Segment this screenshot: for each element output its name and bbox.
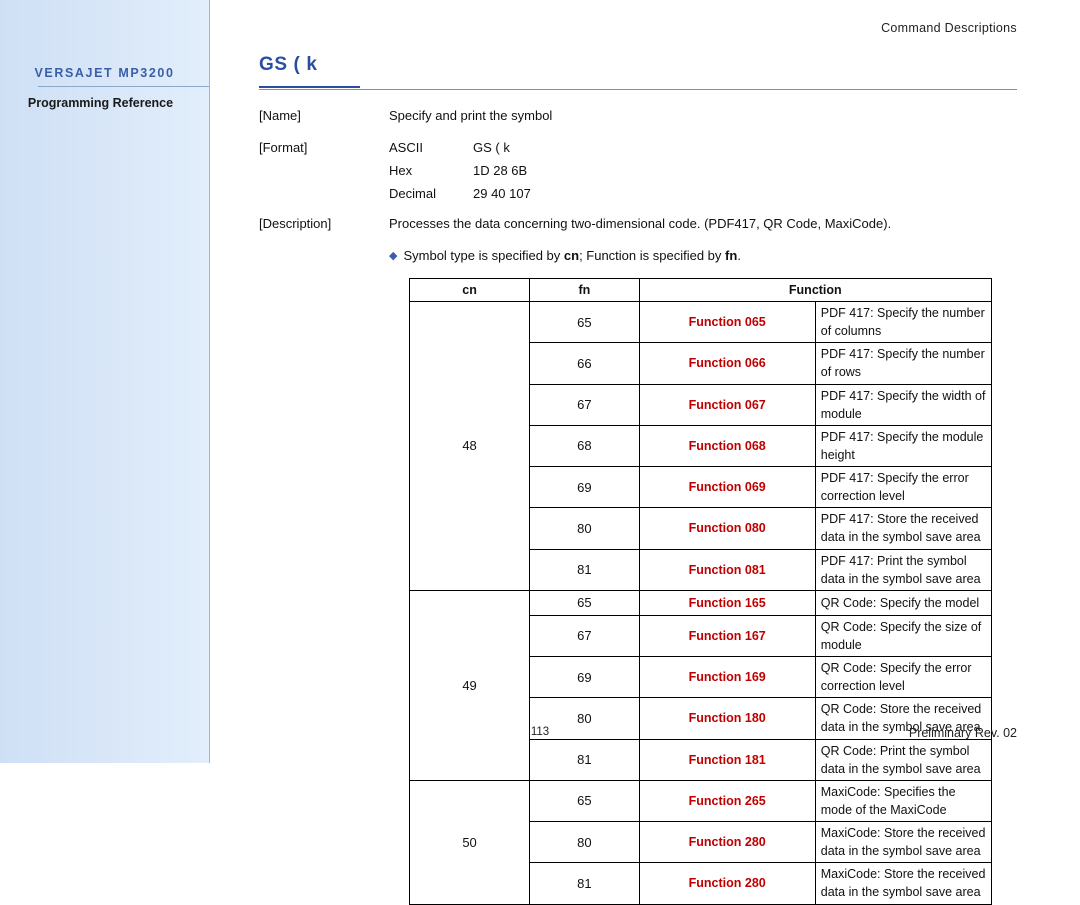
title-underline-rule (259, 89, 1017, 90)
cell-function-link[interactable]: Function 169 (638, 655, 816, 699)
cell-function-link[interactable]: Function 165 (638, 589, 816, 616)
note-cn-token: cn (563, 248, 580, 263)
note-middle: ; Function is specified by (579, 248, 722, 263)
description-value: Processes the data concerning two-dimens… (389, 216, 892, 231)
title-underline-accent (259, 86, 360, 88)
sidebar-brand: VERSAJET MP3200 (34, 66, 175, 80)
cell-fn: 80 (529, 507, 640, 550)
sidebar-divider (38, 86, 209, 87)
cell-function-link[interactable]: Function 081 (638, 548, 816, 591)
table-header-cn: cn (408, 278, 531, 302)
format-value-hex: 1D 28 6B (473, 163, 528, 178)
cell-function-link[interactable]: Function 069 (638, 465, 816, 509)
cell-function-link[interactable]: Function 066 (638, 342, 816, 385)
cell-fn: 69 (529, 655, 640, 699)
cell-fn: 65 (529, 300, 640, 344)
document-page: VERSAJET MP3200 Programming Reference Co… (0, 0, 1080, 905)
cell-fn: 65 (529, 779, 640, 823)
function-table: cn fn Function 48 65 Function 065 PDF 417: … (408, 278, 993, 905)
table-header-fn: fn (529, 278, 640, 302)
note-fn-token: fn (725, 248, 738, 263)
cell-description: PDF 417: Specify the number of rows (814, 342, 993, 385)
format-label: [Format] (259, 140, 308, 155)
cell-description: PDF 417: Specify the error correction le… (814, 465, 993, 509)
cell-fn: 65 (529, 589, 640, 616)
cell-description: QR Code: Print the symbol data in the sy… (814, 738, 993, 781)
table-header-function: Function (638, 278, 993, 302)
format-type-ascii: ASCII (389, 140, 423, 155)
header-section-label: Command Descriptions (881, 21, 1017, 35)
symbol-type-note: ◆ Symbol type is specified by cn; Functio… (389, 248, 741, 263)
cell-description: MaxiCode: Store the received data in the… (814, 820, 993, 864)
cell-description: PDF 417: Specify the module height (814, 424, 993, 468)
format-type-decimal: Decimal (389, 186, 436, 201)
cell-description: QR Code: Specify the model (814, 589, 993, 616)
diamond-bullet-icon: ◆ (389, 250, 398, 262)
cell-description: MaxiCode: Store the received data in the… (814, 862, 993, 905)
cell-description: MaxiCode: Specifies the mode of the Maxi… (814, 779, 993, 823)
cell-fn: 67 (529, 614, 640, 658)
format-value-decimal: 29 40 107 (473, 186, 531, 201)
sidebar-subtitle: Programming Reference (27, 96, 174, 110)
cell-function-link[interactable]: Function 065 (638, 300, 816, 344)
description-label: [Description] (259, 216, 332, 231)
cell-fn: 68 (529, 424, 640, 468)
cell-function-link[interactable]: Function 280 (638, 862, 816, 905)
cell-fn: 81 (529, 738, 640, 781)
note-suffix: . (737, 248, 741, 263)
cell-fn: 81 (529, 862, 640, 905)
cell-function-link[interactable]: Function 280 (638, 820, 816, 864)
cell-fn: 80 (529, 820, 640, 864)
cell-description: PDF 417: Specify the width of module (814, 383, 993, 426)
cell-fn: 69 (529, 465, 640, 509)
cell-cn: 49 (408, 589, 531, 781)
table-row: 50 65 Function 265 MaxiCode: Specifies the … (408, 779, 993, 905)
table-row: 49 65 Function 165 QR Code: Specify the mod… (408, 589, 993, 781)
cell-description: PDF 417: Specify the number of columns (814, 300, 993, 344)
cell-function-link[interactable]: Function 265 (638, 779, 816, 823)
cell-fn: 66 (529, 342, 640, 385)
cell-fn: 67 (529, 383, 640, 426)
page-title: GS ( k (259, 54, 318, 75)
cell-description: QR Code: Specify the size of module (814, 614, 993, 658)
name-value: Specify and print the symbol (389, 108, 553, 123)
cell-cn: 48 (408, 301, 531, 591)
cell-cn: 50 (408, 779, 531, 905)
cell-description: QR Code: Specify the error correction le… (814, 655, 993, 699)
cell-function-link[interactable]: Function 068 (638, 424, 816, 468)
name-label: [Name] (259, 108, 301, 123)
cell-function-link[interactable]: Function 167 (638, 614, 816, 658)
table-row: 48 65 Function 065 PDF 417: Specify the num… (408, 300, 993, 591)
table-body: 48 65 Function 065 PDF 417: Specify the num… (408, 300, 993, 905)
cell-function-link[interactable]: Function 080 (638, 507, 816, 550)
note-prefix: Symbol type is specified by (403, 248, 561, 263)
cell-function-link[interactable]: Function 181 (638, 738, 816, 781)
left-sidebar: VERSAJET MP3200 Programming Reference (0, 0, 210, 763)
format-value-ascii: GS ( k (473, 140, 510, 155)
footer-revision: Preliminary Rev. 02 (908, 726, 1017, 740)
cell-description: PDF 417: Print the symbol data in the sy… (814, 548, 993, 591)
cell-description: PDF 417: Store the received data in the … (814, 507, 993, 550)
table-header-row: cn fn Function (408, 278, 993, 302)
format-type-hex: Hex (389, 163, 413, 178)
cell-function-link[interactable]: Function 067 (638, 383, 816, 426)
cell-fn: 81 (529, 548, 640, 591)
